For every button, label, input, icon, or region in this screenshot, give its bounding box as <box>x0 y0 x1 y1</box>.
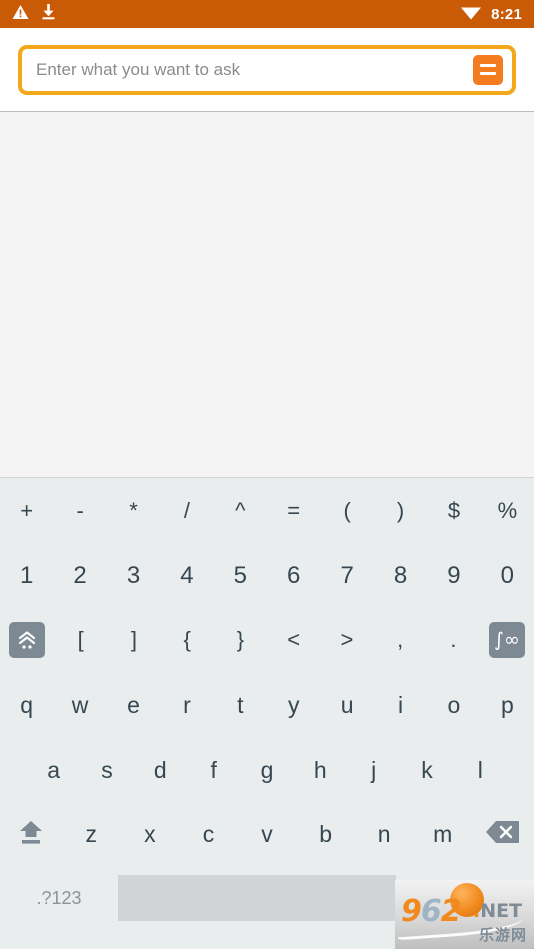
search-bar-container <box>0 28 534 112</box>
key-m[interactable]: m <box>413 802 472 866</box>
key-y[interactable]: y <box>267 672 320 738</box>
key-4[interactable]: 4 <box>160 544 213 608</box>
key-8[interactable]: 8 <box>374 544 427 608</box>
key-o[interactable]: o <box>427 672 480 738</box>
key-greater-than[interactable]: > <box>320 608 373 672</box>
key-slash[interactable]: / <box>160 478 213 544</box>
watermark-logo: 962 .NET 乐游网 <box>395 880 534 949</box>
key-0[interactable]: 0 <box>481 544 534 608</box>
key-w[interactable]: w <box>53 672 106 738</box>
key-a[interactable]: a <box>27 738 80 802</box>
menu-bar-bottom <box>480 72 496 75</box>
key-asterisk[interactable]: * <box>107 478 160 544</box>
backspace-icon <box>485 819 521 850</box>
key-d[interactable]: d <box>134 738 187 802</box>
key-f[interactable]: f <box>187 738 240 802</box>
key-symbols-toggle[interactable]: .?123 <box>0 866 118 930</box>
content-area <box>0 112 534 478</box>
key-more-symbols[interactable] <box>0 608 54 672</box>
key-shift[interactable] <box>0 802 62 866</box>
keyboard-row-asdf: a s d f g h j k l <box>0 738 534 802</box>
keyboard-row-zxcv: z x c v b n m <box>0 802 534 866</box>
key-n[interactable]: n <box>355 802 414 866</box>
key-v[interactable]: v <box>238 802 297 866</box>
key-3[interactable]: 3 <box>107 544 160 608</box>
key-g[interactable]: g <box>240 738 293 802</box>
search-input[interactable] <box>22 59 473 80</box>
key-spacebar[interactable] <box>118 875 396 921</box>
key-b[interactable]: b <box>296 802 355 866</box>
key-brace-open[interactable]: { <box>161 608 214 672</box>
key-i[interactable]: i <box>374 672 427 738</box>
search-box[interactable] <box>18 44 516 95</box>
menu-bar-top <box>480 64 496 67</box>
key-l[interactable]: l <box>454 738 507 802</box>
row-right-spacer <box>507 738 534 802</box>
download-icon <box>41 3 56 25</box>
key-backspace[interactable] <box>472 802 534 866</box>
keyboard-row-brackets: [ ] { } < > , . ∫∞ <box>0 608 534 672</box>
key-comma[interactable]: , <box>374 608 427 672</box>
status-bar-left-icons <box>12 3 56 25</box>
menu-equals-icon[interactable] <box>473 54 503 85</box>
key-j[interactable]: j <box>347 738 400 802</box>
integral-infinity-icon: ∫∞ <box>489 622 525 658</box>
key-r[interactable]: r <box>160 672 213 738</box>
key-6[interactable]: 6 <box>267 544 320 608</box>
shift-icon <box>17 819 45 850</box>
keyboard-row-numbers: 1 2 3 4 5 6 7 8 9 0 <box>0 544 534 608</box>
key-5[interactable]: 5 <box>214 544 267 608</box>
key-plus[interactable]: + <box>0 478 53 544</box>
status-bar-right: 8:21 <box>460 4 522 25</box>
warning-triangle-icon <box>12 4 29 25</box>
watermark-chinese-text: 乐游网 <box>478 926 527 944</box>
chevron-double-up-icon <box>9 622 45 658</box>
key-u[interactable]: u <box>320 672 373 738</box>
key-x[interactable]: x <box>121 802 180 866</box>
key-1[interactable]: 1 <box>0 544 53 608</box>
key-2[interactable]: 2 <box>53 544 106 608</box>
wifi-icon <box>460 4 482 25</box>
key-s[interactable]: s <box>80 738 133 802</box>
key-k[interactable]: k <box>400 738 453 802</box>
key-paren-open[interactable]: ( <box>320 478 373 544</box>
key-z[interactable]: z <box>62 802 121 866</box>
status-bar-clock: 8:21 <box>491 5 522 23</box>
key-q[interactable]: q <box>0 672 53 738</box>
key-c[interactable]: c <box>179 802 238 866</box>
key-h[interactable]: h <box>294 738 347 802</box>
key-caret[interactable]: ^ <box>214 478 267 544</box>
watermark-inner: 962 .NET 乐游网 <box>395 880 534 949</box>
key-period[interactable]: . <box>427 608 480 672</box>
key-7[interactable]: 7 <box>320 544 373 608</box>
key-brace-close[interactable]: } <box>214 608 267 672</box>
key-bracket-open[interactable]: [ <box>54 608 107 672</box>
app-root: 8:21 + - * / ^ = ( ) $ % 1 2 <box>0 0 534 949</box>
keyboard-row-symbols: + - * / ^ = ( ) $ % <box>0 478 534 544</box>
key-t[interactable]: t <box>214 672 267 738</box>
virtual-keyboard: + - * / ^ = ( ) $ % 1 2 3 4 5 6 7 8 9 0 <box>0 478 534 949</box>
key-dollar[interactable]: $ <box>427 478 480 544</box>
key-9[interactable]: 9 <box>427 544 480 608</box>
key-percent[interactable]: % <box>481 478 534 544</box>
keyboard-row-qwerty: q w e r t y u i o p <box>0 672 534 738</box>
key-math-panel[interactable]: ∫∞ <box>480 608 534 672</box>
key-equals[interactable]: = <box>267 478 320 544</box>
key-e[interactable]: e <box>107 672 160 738</box>
key-bracket-close[interactable]: ] <box>107 608 160 672</box>
row-left-spacer <box>0 738 27 802</box>
key-minus[interactable]: - <box>53 478 106 544</box>
status-bar: 8:21 <box>0 0 534 28</box>
key-p[interactable]: p <box>481 672 534 738</box>
key-less-than[interactable]: < <box>267 608 320 672</box>
key-paren-close[interactable]: ) <box>374 478 427 544</box>
